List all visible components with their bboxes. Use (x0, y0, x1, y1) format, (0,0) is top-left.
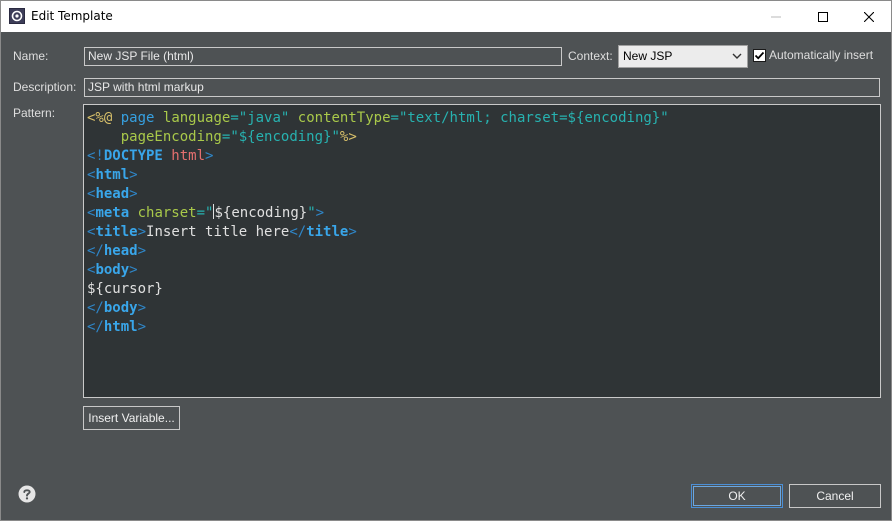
minimize-button[interactable] (753, 1, 799, 32)
cancel-button[interactable]: Cancel (789, 484, 881, 508)
pattern-line: <head> (87, 186, 138, 202)
chevron-down-icon (731, 50, 743, 62)
context-select[interactable]: New JSP (618, 45, 748, 68)
description-label: Description: (13, 80, 77, 94)
pattern-editor[interactable]: <%@ page language="java" contentType="te… (83, 104, 881, 398)
context-select-value: New JSP (623, 49, 673, 63)
pattern-line: <!DOCTYPE html> (87, 148, 214, 164)
help-icon[interactable] (18, 485, 36, 503)
dialog-body: Name: New JSP File (html) Context: New J… (1, 32, 891, 520)
insert-variable-button[interactable]: Insert Variable... (83, 406, 180, 430)
pattern-line: ${cursor} (87, 281, 163, 297)
pattern-line: <html> (87, 167, 138, 183)
maximize-icon (818, 11, 828, 22)
description-field[interactable]: JSP with html markup (84, 78, 880, 97)
app-icon (9, 8, 25, 24)
context-label: Context: (568, 49, 613, 63)
pattern-line: </body> (87, 300, 147, 316)
edit-template-dialog: Edit Template Name: New JSP File (html) … (0, 0, 892, 521)
pattern-line: pageEncoding="${encoding}"%> (120, 129, 357, 145)
pattern-line: <body> (87, 262, 138, 278)
name-field[interactable]: New JSP File (html) (84, 47, 562, 66)
maximize-button[interactable] (800, 1, 846, 32)
auto-insert-checkbox[interactable] (753, 49, 766, 62)
pattern-line: <meta charset="${encoding}"> (87, 204, 325, 221)
pattern-line: </head> (87, 243, 147, 259)
title-bar: Edit Template (1, 1, 891, 32)
pattern-line: </html> (87, 319, 147, 335)
pattern-line: <title>Insert title here</title> (87, 224, 357, 240)
minimize-icon (771, 16, 781, 17)
close-icon (864, 11, 874, 22)
auto-insert-label[interactable]: Automatically insert (769, 48, 873, 62)
pattern-label: Pattern: (13, 106, 56, 120)
pattern-line: <%@ page language="java" contentType="te… (87, 110, 669, 126)
close-button[interactable] (846, 1, 892, 32)
name-label: Name: (13, 49, 49, 63)
checkmark-icon (754, 51, 765, 60)
window-title: Edit Template (31, 9, 113, 23)
ok-button[interactable]: OK (691, 484, 783, 508)
